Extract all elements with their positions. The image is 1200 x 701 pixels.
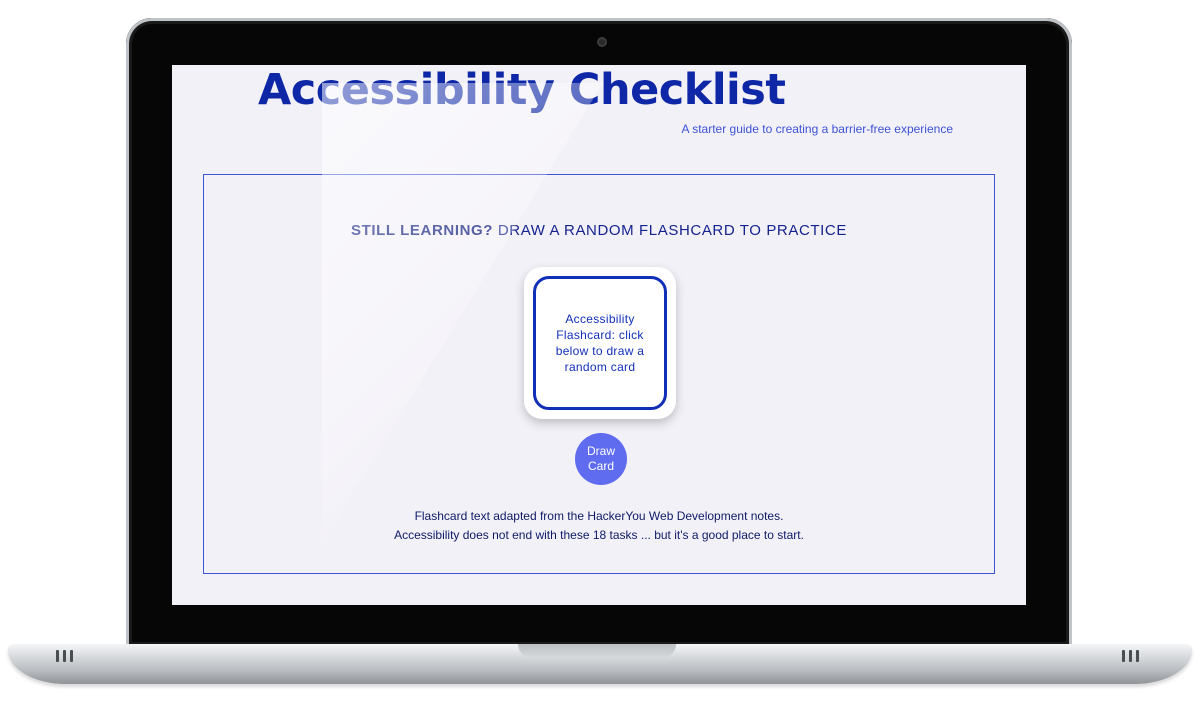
attribution-note: Flashcard text adapted from the HackerYo… [414,509,784,523]
speaker-vent-right [1122,650,1140,662]
laptop-screen: Accessibility Checklist A starter guide … [172,65,1026,605]
page-subtitle: A starter guide to creating a barrier-fr… [681,122,953,136]
flashcard-heading: STILL LEARNING? DRAW A RANDOM FLASHCARD … [204,222,994,239]
webcam-icon [597,37,607,47]
flashcard-text: Accessibility Flashcard: click below to … [533,276,667,410]
flashcard: Accessibility Flashcard: click below to … [524,267,676,419]
page-title: Accessibility Checklist [258,65,786,115]
speaker-vent-left [56,650,74,662]
flashcard-panel: STILL LEARNING? DRAW A RANDOM FLASHCARD … [203,174,995,574]
laptop-hinge-notch [518,644,676,658]
closing-note: Accessibility does not end with these 18… [394,528,804,542]
heading-emphasis: STILL LEARNING? [351,222,494,239]
heading-text: DRAW A RANDOM FLASHCARD TO PRACTICE [497,222,847,239]
draw-card-button[interactable]: Draw Card [575,433,627,485]
